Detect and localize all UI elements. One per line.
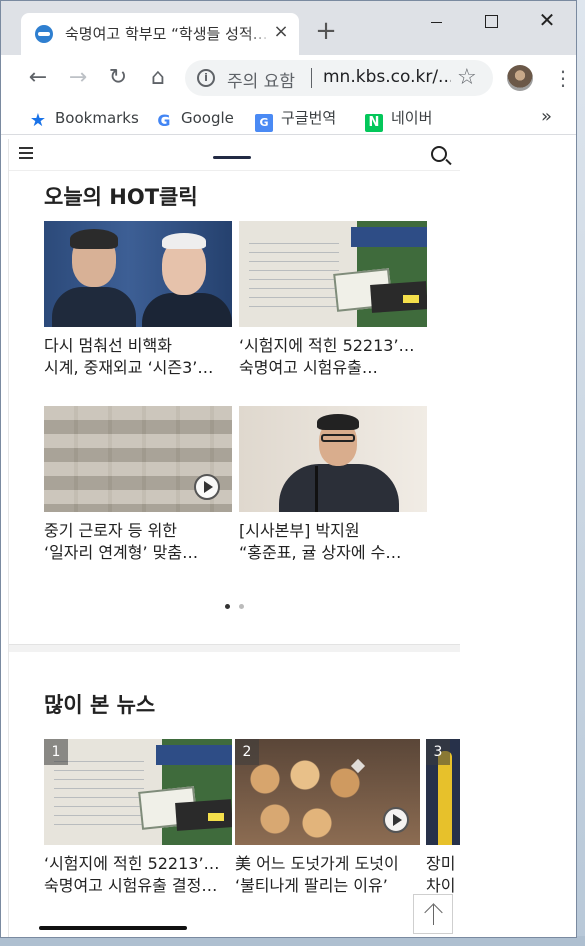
rank-badge: 3 <box>426 739 450 765</box>
maximize-button[interactable] <box>468 7 514 35</box>
bookmark-label: Bookmarks <box>55 109 139 127</box>
close-window-button[interactable]: ✕ <box>524 7 570 35</box>
star-icon: ★ <box>29 110 47 131</box>
caption-line: 시계, 중재외교 ‘시즌3’… <box>44 358 214 377</box>
news-thumbnail[interactable] <box>44 221 232 327</box>
address-bar[interactable]: i 주의 요함 mn.kbs.co.kr/... ☆ <box>185 60 493 96</box>
url-text[interactable]: mn.kbs.co.kr/... <box>323 67 451 87</box>
bookmark-label: Google <box>181 109 234 127</box>
site-header <box>9 139 460 171</box>
news-thumbnail[interactable] <box>239 406 427 512</box>
play-icon[interactable] <box>194 474 220 500</box>
news-caption[interactable]: 美 어느 도넛가게 도넛이 ‘불티나게 팔리는 이유’ <box>235 853 420 897</box>
hot-card[interactable]: 다시 멈춰선 비핵화 시계, 중재외교 ‘시즌3’… <box>44 221 232 381</box>
translate-icon: G <box>255 114 273 132</box>
browser-tab[interactable]: 숙명여고 학부모 “학생들 성적… × <box>21 13 299 55</box>
caption-line: 장미 <box>426 854 456 873</box>
hot-click-title: 오늘의 HOT클릭 <box>44 185 198 209</box>
bookmark-label: 구글번역 <box>281 109 337 127</box>
news-caption[interactable]: ‘시험지에 적힌 52213’… 숙명여고 시험유출… <box>239 335 427 379</box>
bookmark-google[interactable]: G Google <box>155 107 234 130</box>
caption-line: “홍준표, 귤 상자에 수… <box>239 543 402 562</box>
google-icon: G <box>157 111 171 130</box>
hamburger-menu-icon[interactable] <box>19 147 33 159</box>
desktop-background <box>577 0 585 946</box>
caption-line: 숙명여고 시험유출… <box>239 358 378 377</box>
minimize-button[interactable] <box>414 7 460 35</box>
hot-card[interactable]: [시사본부] 박지원 “홍준표, 귤 상자에 수… <box>239 406 427 566</box>
play-icon[interactable] <box>383 807 409 833</box>
news-caption[interactable]: 중기 근로자 등 위한 ‘일자리 연계형’ 맞춤… <box>44 520 232 564</box>
bookmark-star-icon[interactable]: ☆ <box>457 65 477 90</box>
carousel-pagination <box>225 604 249 610</box>
page-viewport[interactable]: 오늘의 HOT클릭 다시 멈춰선 비핵화 시계, 중재외교 ‘시즌3’… ‘시험… <box>9 139 460 937</box>
caption-line: ‘시험지에 적힌 52213’… <box>239 336 415 355</box>
caption-line: 다시 멈춰선 비핵화 <box>44 336 172 355</box>
scroll-to-top-button[interactable] <box>413 894 453 934</box>
more-bookmarks-icon[interactable]: » <box>541 106 552 127</box>
bookmark-label: 네이버 <box>391 109 433 127</box>
rank-badge: 2 <box>235 739 259 765</box>
section-divider <box>9 644 460 652</box>
home-icon[interactable]: ⌂ <box>145 65 171 91</box>
popular-card[interactable]: 3 장미 차이 <box>426 739 460 899</box>
more-menu-icon[interactable]: ⋮ <box>553 65 573 91</box>
popular-card[interactable]: 1 ‘시험지에 적힌 52213’… 숙명여고 시험유출 결정… <box>44 739 232 899</box>
bookmark-naver[interactable]: N 네이버 <box>365 107 433 132</box>
news-thumbnail[interactable] <box>44 406 232 512</box>
browser-window: 숙명여고 학부모 “학생들 성적… × + ✕ ← → ↻ ⌂ i 주의 요함 … <box>0 0 577 938</box>
caption-line: 숙명여고 시험유출 결정… <box>44 876 218 895</box>
news-thumbnail[interactable]: 2 <box>235 739 420 845</box>
popular-card[interactable]: 2 美 어느 도넛가게 도넛이 ‘불티나게 팔리는 이유’ <box>235 739 423 899</box>
omnibox-divider <box>311 68 312 88</box>
bookmarks-bar: ★ Bookmarks G Google G 구글번역 N 네이버 » <box>1 101 576 135</box>
caption-line: 美 어느 도넛가게 도넛이 <box>235 854 399 873</box>
bookmark-bookmarks[interactable]: ★ Bookmarks <box>29 107 139 131</box>
security-warning[interactable]: 주의 요함 <box>227 67 295 92</box>
reload-icon[interactable]: ↻ <box>105 65 131 91</box>
rank-badge: 1 <box>44 739 68 765</box>
bookmark-translate[interactable]: G 구글번역 <box>255 107 337 132</box>
home-indicator <box>39 926 187 930</box>
carousel-dot[interactable] <box>239 604 244 609</box>
caption-line: ‘불티나게 팔리는 이유’ <box>235 876 388 895</box>
page-margin-left <box>1 139 9 937</box>
news-caption[interactable]: [시사본부] 박지원 “홍준표, 귤 상자에 수… <box>239 520 427 564</box>
caption-line: ‘시험지에 적힌 52213’… <box>44 854 220 873</box>
site-logo[interactable] <box>213 156 251 159</box>
news-thumbnail[interactable]: 3 <box>426 739 460 845</box>
news-thumbnail[interactable]: 1 <box>44 739 232 845</box>
back-arrow-icon[interactable]: ← <box>25 65 51 91</box>
carousel-dot-active[interactable] <box>225 604 230 609</box>
new-tab-button[interactable]: + <box>313 18 339 45</box>
page-margin-right <box>460 139 576 937</box>
profile-avatar[interactable] <box>507 65 533 91</box>
news-caption[interactable]: 다시 멈춰선 비핵화 시계, 중재외교 ‘시즌3’… <box>44 335 232 379</box>
tab-strip: 숙명여고 학부모 “학생들 성적… × + ✕ <box>1 1 576 55</box>
search-icon[interactable] <box>431 146 447 162</box>
popular-news-title: 많이 본 뉴스 <box>44 693 156 717</box>
hot-card[interactable]: 중기 근로자 등 위한 ‘일자리 연계형’ 맞춤… <box>44 406 232 566</box>
news-caption[interactable]: ‘시험지에 적힌 52213’… 숙명여고 시험유출 결정… <box>44 853 232 897</box>
news-caption[interactable]: 장미 차이 <box>426 853 460 897</box>
tab-close-icon[interactable]: × <box>271 21 291 43</box>
info-icon[interactable]: i <box>197 69 215 87</box>
caption-line: ‘일자리 연계형’ 맞춤… <box>44 543 199 562</box>
news-thumbnail[interactable] <box>239 221 427 327</box>
tab-title: 숙명여고 학부모 “학생들 성적… <box>65 23 271 44</box>
forward-arrow-icon[interactable]: → <box>65 65 91 91</box>
caption-line: 중기 근로자 등 위한 <box>44 521 178 540</box>
hot-card[interactable]: ‘시험지에 적힌 52213’… 숙명여고 시험유출… <box>239 221 427 381</box>
kbs-favicon-icon <box>35 25 53 43</box>
browser-toolbar: ← → ↻ ⌂ i 주의 요함 mn.kbs.co.kr/... ☆ ⋮ <box>1 55 576 101</box>
naver-icon: N <box>365 114 383 132</box>
caption-line: [시사본부] 박지원 <box>239 521 360 540</box>
